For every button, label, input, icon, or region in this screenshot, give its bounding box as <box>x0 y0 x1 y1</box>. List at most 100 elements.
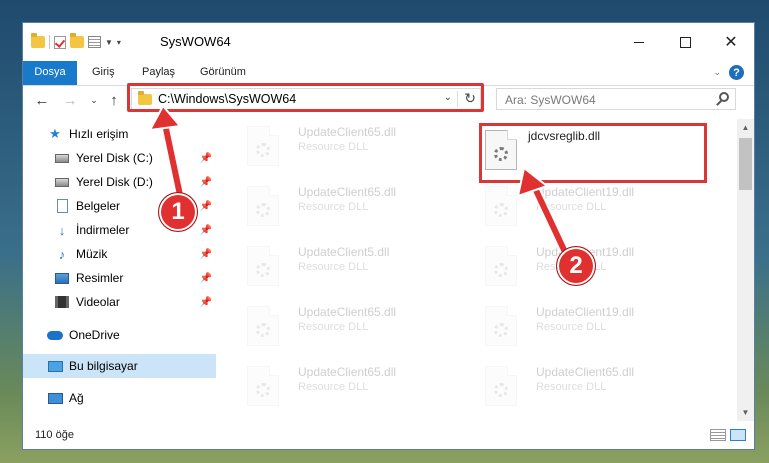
address-row: ← → ⌄ ↑ C:\Windows\SysWOW64 ⌄ ↻ <box>23 83 754 115</box>
arrow-left-icon: ← <box>34 91 50 109</box>
new-folder-icon[interactable] <box>70 33 84 48</box>
file-item[interactable]: UpdateClient65.dll Resource DLL <box>480 363 695 419</box>
properties-check-icon[interactable] <box>54 35 66 49</box>
arrow-right-icon: → <box>62 91 78 109</box>
folder-icon[interactable] <box>31 33 45 48</box>
window-controls: ✕ <box>616 23 754 61</box>
file-highlight-box <box>479 123 707 183</box>
properties-icon[interactable] <box>88 36 101 48</box>
dll-file-icon <box>485 186 517 226</box>
forward-button[interactable]: → <box>61 90 79 110</box>
file-name: UpdateClient19.dll <box>536 305 635 319</box>
drive-icon <box>54 175 70 189</box>
nav-label: Hızlı erişim <box>69 127 129 141</box>
file-name: UpdateClient5.dll <box>298 245 390 259</box>
nav-network[interactable]: Ağ <box>23 387 216 409</box>
tiles-view-icon[interactable] <box>730 429 746 441</box>
nav-label: Belgeler <box>76 199 121 213</box>
nav-label: OneDrive <box>69 328 120 342</box>
arrow-up-icon: ↑ <box>110 91 118 109</box>
nav-label: Bu bilgisayar <box>69 359 138 373</box>
nav-local-disk-c[interactable]: Yerel Disk (C:) 📌 <box>23 147 216 169</box>
chevron-down-icon: ⌄ <box>90 94 98 105</box>
file-item[interactable]: UpdateClient65.dll Resource DLL <box>242 183 457 239</box>
tab-share[interactable]: Paylaş <box>133 61 184 85</box>
file-name: UpdateClient65.dll <box>536 365 635 379</box>
search-input[interactable] <box>503 90 707 110</box>
file-name: UpdateClient65.dll <box>298 305 397 319</box>
computer-icon <box>47 359 63 373</box>
nav-label: Müzik <box>76 247 108 261</box>
ribbon-right-controls: ⌄ ? <box>713 65 744 80</box>
dll-file-icon <box>485 306 517 346</box>
nav-music[interactable]: ♪ Müzik 📌 <box>23 243 216 265</box>
network-icon <box>47 391 63 405</box>
gear-icon <box>256 383 270 397</box>
nav-quick-access[interactable]: ★ Hızlı erişim <box>23 123 216 145</box>
window-title: SysWOW64 <box>160 34 231 49</box>
close-button[interactable]: ✕ <box>708 23 754 61</box>
vertical-scrollbar[interactable]: ▲ ▼ <box>737 119 754 421</box>
chevron-up-icon: ▲ <box>741 123 750 132</box>
tab-home[interactable]: Giriş <box>83 61 124 85</box>
chevron-down-icon[interactable]: ▼ <box>105 38 113 47</box>
gear-icon <box>256 263 270 277</box>
pin-icon[interactable]: 📌 <box>200 249 212 260</box>
file-item[interactable]: UpdateClient5.dll Resource DLL <box>242 243 457 299</box>
file-item[interactable]: UpdateClient65.dll Resource DLL <box>242 363 457 419</box>
dll-file-icon <box>485 246 517 286</box>
nav-this-pc[interactable]: Bu bilgisayar <box>23 354 216 378</box>
gear-icon <box>256 143 270 157</box>
nav-label: Resimler <box>76 271 124 285</box>
file-type: Resource DLL <box>298 261 369 273</box>
scroll-up-button[interactable]: ▲ <box>737 119 754 136</box>
recent-locations-button[interactable]: ⌄ <box>85 90 103 110</box>
dll-file-icon <box>247 306 279 346</box>
file-type: Resource DLL <box>536 321 607 333</box>
gear-icon <box>256 323 270 337</box>
maximize-button[interactable] <box>662 23 708 61</box>
search-icon[interactable] <box>719 92 729 102</box>
address-highlight-box <box>127 83 484 112</box>
pin-icon[interactable]: 📌 <box>200 201 212 212</box>
drive-icon <box>54 151 70 165</box>
file-type: Resource DLL <box>536 381 607 393</box>
pin-icon[interactable]: 📌 <box>200 273 212 284</box>
tab-file[interactable]: Dosya <box>23 61 77 85</box>
scroll-thumb[interactable] <box>739 138 752 190</box>
pin-icon[interactable]: 📌 <box>200 153 212 164</box>
expand-ribbon-icon[interactable]: ⌄ <box>713 67 721 78</box>
details-view-icon[interactable] <box>710 429 726 441</box>
file-item[interactable]: UpdateClient65.dll Resource DLL <box>242 123 457 179</box>
explorer-window: ▼ ▾ SysWOW64 ✕ Dosya Giriş Paylaş Görünü… <box>22 22 755 450</box>
minimize-button[interactable] <box>616 23 662 61</box>
help-icon[interactable]: ? <box>729 65 744 80</box>
file-item[interactable]: UpdateClient19.dll Resource DLL <box>480 183 695 239</box>
back-button[interactable]: ← <box>33 90 51 110</box>
tab-view[interactable]: Görünüm <box>191 61 255 85</box>
file-item[interactable]: UpdateClient65.dll Resource DLL <box>242 303 457 359</box>
nav-local-disk-d[interactable]: Yerel Disk (D:) 📌 <box>23 171 216 193</box>
gear-icon <box>494 203 508 217</box>
dll-file-icon <box>485 366 517 406</box>
file-type: Resource DLL <box>298 201 369 213</box>
file-type: Resource DLL <box>298 141 369 153</box>
file-type: Resource DLL <box>298 321 369 333</box>
pin-icon[interactable]: 📌 <box>200 297 212 308</box>
pin-icon[interactable]: 📌 <box>200 225 212 236</box>
pin-icon[interactable]: 📌 <box>200 177 212 188</box>
dll-file-icon <box>247 366 279 406</box>
scroll-down-button[interactable]: ▼ <box>737 404 754 421</box>
dll-file-icon <box>247 246 279 286</box>
nav-pictures[interactable]: Resimler 📌 <box>23 267 216 289</box>
pictures-icon <box>54 271 70 285</box>
nav-label: Yerel Disk (C:) <box>76 151 153 165</box>
quick-access-toolbar: ▼ ▾ <box>31 33 121 51</box>
up-button[interactable]: ↑ <box>105 90 123 110</box>
nav-videos[interactable]: Videolar 📌 <box>23 291 216 313</box>
search-box[interactable] <box>496 88 736 110</box>
nav-onedrive[interactable]: OneDrive <box>23 324 216 346</box>
file-item[interactable]: UpdateClient19.dll Resource DLL <box>480 303 695 359</box>
file-name: UpdateClient19.dll <box>536 185 635 199</box>
customize-toolbar-icon[interactable]: ▾ <box>117 38 121 47</box>
